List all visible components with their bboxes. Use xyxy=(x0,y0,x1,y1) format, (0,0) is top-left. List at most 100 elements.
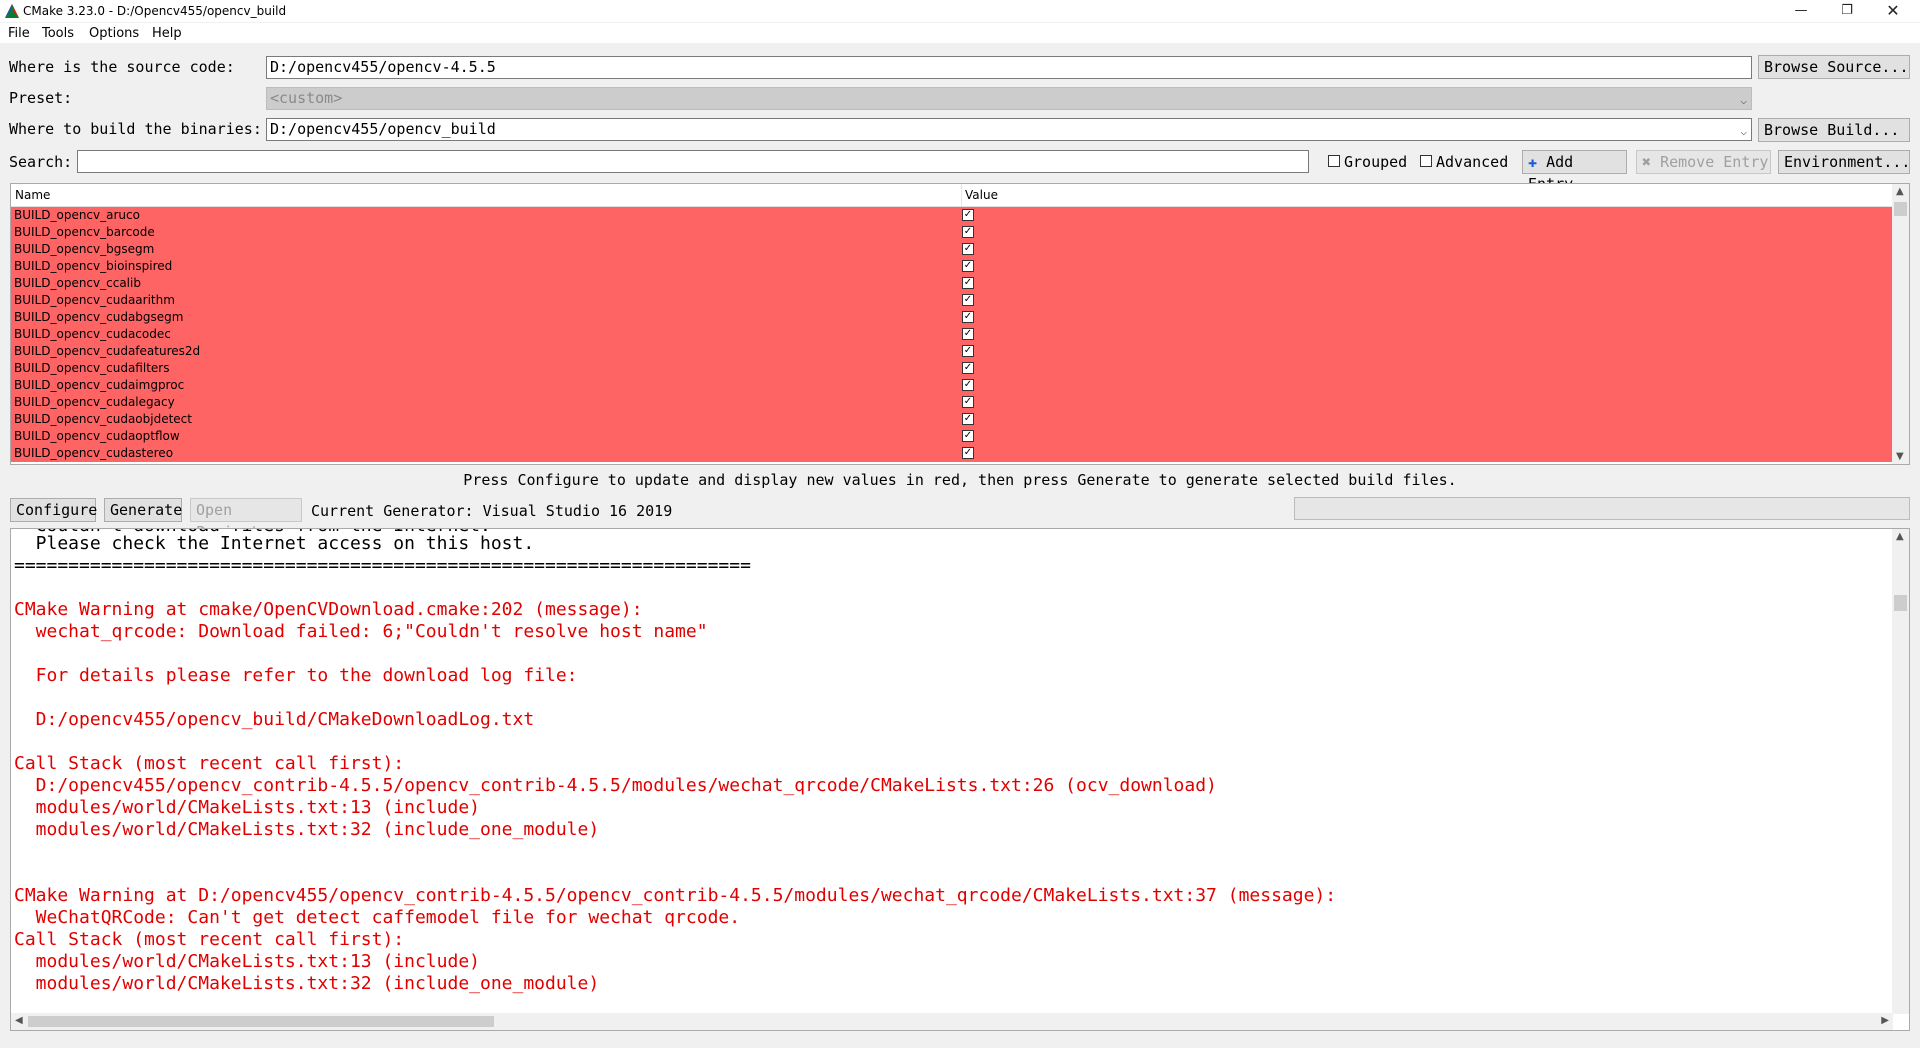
log-line: D:/opencv455/opencv_contrib-4.5.5/opencv… xyxy=(14,775,1217,796)
add-entry-button[interactable]: ✚ Add Entry xyxy=(1522,150,1627,193)
cache-entry-name: BUILD_opencv_cudalegacy xyxy=(14,395,175,409)
log-line: Please check the Internet access on this… xyxy=(14,533,535,554)
cache-entry-checkbox[interactable]: ✓ xyxy=(962,413,974,425)
table-body: BUILD_opencv_aruco ✓ BUILD_opencv_barcode ✓… xyxy=(11,207,1893,462)
advanced-label[interactable]: Advanced xyxy=(1436,153,1508,171)
table-row[interactable]: BUILD_opencv_ccalib ✓ xyxy=(11,275,1893,292)
table-row[interactable]: BUILD_opencv_cudaarithm ✓ xyxy=(11,292,1893,309)
scrollbar-thumb[interactable] xyxy=(1894,595,1907,611)
close-button[interactable]: ✕ xyxy=(1870,0,1916,22)
cache-entry-name: BUILD_opencv_cudaobjdetect xyxy=(14,412,192,426)
cache-entry-name: BUILD_opencv_aruco xyxy=(14,208,140,222)
cache-entry-name: BUILD_opencv_bioinspired xyxy=(14,259,173,273)
minimize-button[interactable]: — xyxy=(1778,0,1824,22)
table-row[interactable]: BUILD_opencv_bioinspired ✓ xyxy=(11,258,1893,275)
cache-entry-checkbox[interactable]: ✓ xyxy=(962,430,974,442)
menu-file[interactable]: File xyxy=(8,26,30,41)
binaries-path-combo[interactable]: D:/opencv455/opencv_build ⌵ xyxy=(266,118,1752,141)
grouped-checkbox[interactable] xyxy=(1328,155,1340,167)
binaries-label: Where to build the binaries: xyxy=(9,120,262,138)
log-line: Call Stack (most recent call first): xyxy=(14,753,405,774)
cache-entry-name: BUILD_opencv_barcode xyxy=(14,225,155,239)
cache-entry-checkbox[interactable]: ✓ xyxy=(962,362,974,374)
cache-entry-checkbox[interactable]: ✓ xyxy=(962,447,974,459)
search-input[interactable] xyxy=(77,150,1309,173)
cache-entry-name: BUILD_opencv_cudaimgproc xyxy=(14,378,185,392)
table-row[interactable]: BUILD_opencv_aruco ✓ xyxy=(11,207,1893,224)
table-row[interactable]: BUILD_opencv_cudaobjdetect ✓ xyxy=(11,411,1893,428)
log-horizontal-scrollbar[interactable]: ◀ ▶ xyxy=(11,1013,1893,1030)
table-row[interactable]: BUILD_opencv_cudaimgproc ✓ xyxy=(11,377,1893,394)
log-line: CMake Warning at cmake/OpenCVDownload.cm… xyxy=(14,599,643,620)
environment-button[interactable]: Environment... xyxy=(1778,150,1910,174)
cache-entry-name: BUILD_opencv_bgsegm xyxy=(14,242,155,256)
table-row[interactable]: BUILD_opencv_bgsegm ✓ xyxy=(11,241,1893,258)
table-row[interactable]: BUILD_opencv_barcode ✓ xyxy=(11,224,1893,241)
status-bar xyxy=(0,1040,1920,1048)
cache-entry-checkbox[interactable]: ✓ xyxy=(962,209,974,221)
scroll-right-arrow-icon[interactable]: ▶ xyxy=(1881,1015,1889,1026)
open-project-button: Open Project xyxy=(190,498,302,541)
column-header-name[interactable]: Name xyxy=(15,188,50,202)
configure-hint-text: Press Configure to update and display ne… xyxy=(463,471,1457,489)
cache-entry-checkbox[interactable]: ✓ xyxy=(962,396,974,408)
browse-build-button[interactable]: Browse Build... xyxy=(1758,118,1910,142)
cache-entry-checkbox[interactable]: ✓ xyxy=(962,328,974,340)
remove-entry-label: Remove Entry xyxy=(1660,153,1769,171)
cache-entry-checkbox[interactable]: ✓ xyxy=(962,345,974,357)
scroll-up-arrow-icon[interactable]: ▲ xyxy=(1896,186,1904,197)
preset-value: <custom> xyxy=(270,89,343,107)
scroll-left-arrow-icon[interactable]: ◀ xyxy=(15,1015,23,1026)
log-vertical-scrollbar[interactable]: ▲ xyxy=(1892,529,1909,1014)
table-row[interactable]: BUILD_opencv_cudabgsegm ✓ xyxy=(11,309,1893,326)
table-header: Name Value xyxy=(11,184,1893,207)
maximize-button[interactable]: ❐ xyxy=(1824,0,1870,22)
cache-entry-name: BUILD_opencv_cudaoptflow xyxy=(14,429,180,443)
grouped-label[interactable]: Grouped xyxy=(1344,153,1407,171)
table-row[interactable]: BUILD_opencv_cudacodec ✓ xyxy=(11,326,1893,343)
cache-entry-checkbox[interactable]: ✓ xyxy=(962,226,974,238)
menu-tools[interactable]: Tools xyxy=(42,26,74,41)
table-row[interactable]: BUILD_opencv_cudalegacy ✓ xyxy=(11,394,1893,411)
cache-entry-checkbox[interactable]: ✓ xyxy=(962,379,974,391)
cache-entry-name: BUILD_opencv_cudacodec xyxy=(14,327,171,341)
source-path-input[interactable]: D:/opencv455/opencv-4.5.5 xyxy=(266,56,1752,79)
scrollbar-thumb[interactable] xyxy=(28,1016,494,1027)
cache-entry-name: BUILD_opencv_cudaarithm xyxy=(14,293,175,307)
progress-bar xyxy=(1294,497,1910,520)
table-row[interactable]: BUILD_opencv_cudafilters ✓ xyxy=(11,360,1893,377)
column-divider[interactable] xyxy=(961,184,962,206)
menu-help[interactable]: Help xyxy=(152,26,182,41)
cache-entry-checkbox[interactable]: ✓ xyxy=(962,294,974,306)
cache-entry-checkbox[interactable]: ✓ xyxy=(962,277,974,289)
scrollbar-thumb[interactable] xyxy=(1894,202,1907,216)
scroll-up-arrow-icon[interactable]: ▲ xyxy=(1896,531,1904,542)
plus-icon: ✚ xyxy=(1528,153,1538,171)
column-header-value[interactable]: Value xyxy=(965,188,998,202)
advanced-checkbox[interactable] xyxy=(1420,155,1432,167)
cache-entry-name: BUILD_opencv_cudabgsegm xyxy=(14,310,184,324)
table-row[interactable]: BUILD_opencv_cudaoptflow ✓ xyxy=(11,428,1893,445)
binaries-path-value: D:/opencv455/opencv_build xyxy=(270,120,496,138)
cache-entry-checkbox[interactable]: ✓ xyxy=(962,243,974,255)
log-line: modules/world/CMakeLists.txt:32 (include… xyxy=(14,819,600,840)
log-line: D:/opencv455/opencv_build/CMakeDownloadL… xyxy=(14,709,535,730)
log-line: WeChatQRCode: Can't get detect caffemode… xyxy=(14,907,741,928)
menu-options[interactable]: Options xyxy=(89,26,139,41)
table-row[interactable]: BUILD_opencv_cudafeatures2d ✓ xyxy=(11,343,1893,360)
output-log[interactable]: Couldn't download files from the Interne… xyxy=(10,528,1910,1031)
log-line: modules/world/CMakeLists.txt:13 (include… xyxy=(14,797,480,818)
cache-entry-checkbox[interactable]: ✓ xyxy=(962,260,974,272)
cache-entry-checkbox[interactable]: ✓ xyxy=(962,311,974,323)
generate-button[interactable]: Generate xyxy=(104,498,182,522)
remove-icon: ✖ xyxy=(1642,153,1652,171)
configure-button[interactable]: Configure xyxy=(10,498,97,522)
table-row[interactable]: BUILD_opencv_cudastereo ✓ xyxy=(11,445,1893,462)
table-vertical-scrollbar[interactable]: ▲ ▼ xyxy=(1892,184,1909,464)
chevron-down-icon[interactable]: ⌵ xyxy=(1740,121,1747,142)
cache-table[interactable]: Name Value BUILD_opencv_aruco ✓ BUILD_open… xyxy=(10,183,1910,465)
remove-entry-button: ✖ Remove Entry xyxy=(1636,150,1771,174)
scroll-down-arrow-icon[interactable]: ▼ xyxy=(1896,451,1904,462)
browse-source-button[interactable]: Browse Source... xyxy=(1758,55,1910,79)
title-bar: CMake 3.23.0 - D:/Opencv455/opencv_build… xyxy=(0,0,1920,22)
